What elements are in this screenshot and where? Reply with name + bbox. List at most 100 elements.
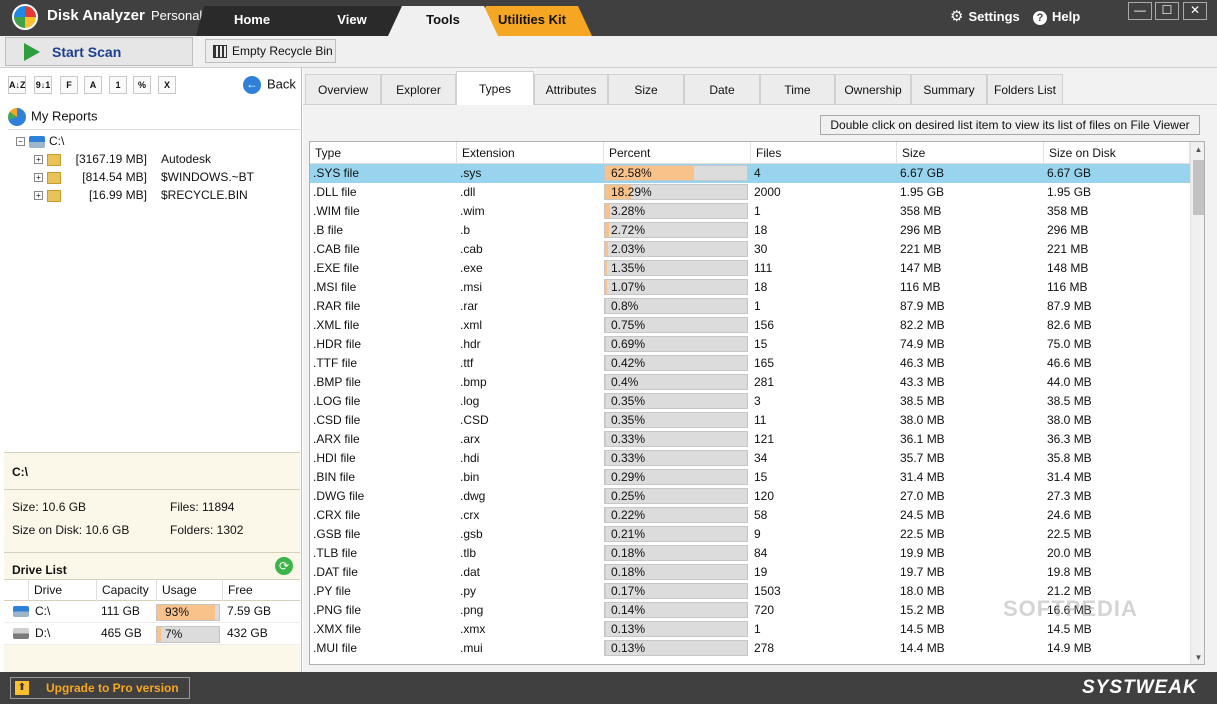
my-reports[interactable]: My Reports	[8, 108, 97, 128]
filter-files-button[interactable]: F	[60, 76, 78, 94]
table-row[interactable]: .ARX file .arx 0.33% 121 36.1 MB 36.3 MB	[310, 430, 1190, 449]
empty-recycle-bin-button[interactable]: Empty Recycle Bin	[205, 39, 336, 63]
tab-types[interactable]: Types	[456, 71, 534, 105]
tab-overview[interactable]: Overview	[305, 74, 381, 104]
table-row[interactable]: .CAB file .cab 2.03% 30 221 MB 221 MB	[310, 240, 1190, 259]
scroll-down-icon[interactable]: ▼	[1191, 650, 1204, 664]
table-row[interactable]: .SYS file .sys 62.58% 4 6.67 GB 6.67 GB	[310, 164, 1190, 183]
filter-percent-button[interactable]: %	[133, 76, 151, 94]
cell-size: 14.5 MB	[900, 622, 945, 636]
sort-alpha-button[interactable]: A↓Z	[8, 76, 26, 94]
close-button[interactable]: ✕	[1183, 2, 1207, 20]
tab-explorer[interactable]: Explorer	[381, 74, 456, 104]
tab-tools[interactable]: Tools	[388, 6, 498, 36]
cell-extension: .dll	[460, 185, 476, 199]
cell-files: 2000	[754, 185, 781, 199]
filter-count-button[interactable]: 1	[109, 76, 127, 94]
tab-summary[interactable]: Summary	[911, 74, 987, 104]
table-row[interactable]: .MUI file .mui 0.13% 278 14.4 MB 14.9 MB	[310, 639, 1190, 658]
refresh-icon[interactable]: ⟳	[275, 557, 293, 575]
info-files: Files: 11894	[170, 500, 235, 514]
percent-fill	[605, 280, 607, 294]
tab-time[interactable]: Time	[760, 74, 835, 104]
col-size[interactable]: Size	[897, 142, 1044, 164]
drive-row-d[interactable]: D:\ 465 GB 7% 432 GB	[4, 623, 300, 645]
table-row[interactable]: .BIN file .bin 0.29% 15 31.4 MB 31.4 MB	[310, 468, 1190, 487]
col-usage[interactable]: Usage	[156, 580, 222, 602]
cell-percent: 3.28%	[611, 204, 646, 218]
expand-icon[interactable]: +	[34, 191, 43, 201]
minimize-button[interactable]: —	[1128, 2, 1152, 20]
cell-size-on-disk: 27.3 MB	[1047, 489, 1092, 503]
table-row[interactable]: .WIM file .wim 3.28% 1 358 MB 358 MB	[310, 202, 1190, 221]
table-row[interactable]: .RAR file .rar 0.8% 1 87.9 MB 87.9 MB	[310, 297, 1190, 316]
tab-attributes[interactable]: Attributes	[534, 74, 608, 104]
expand-icon[interactable]: +	[34, 155, 43, 165]
col-type[interactable]: Type	[310, 142, 457, 164]
col-capacity[interactable]: Capacity	[96, 580, 156, 602]
col-free[interactable]: Free	[222, 580, 300, 602]
file-viewer-hint-button[interactable]: Double click on desired list item to vie…	[820, 115, 1200, 135]
tree-item-autodesk[interactable]: + [3167.19 MB] Autodesk	[34, 152, 211, 170]
percent-bar: 0.4%	[604, 374, 748, 390]
col-size-on-disk[interactable]: Size on Disk	[1044, 142, 1190, 164]
table-row[interactable]: .TTF file .ttf 0.42% 165 46.3 MB 46.6 MB	[310, 354, 1190, 373]
vertical-scrollbar[interactable]: ▲ ▼	[1190, 142, 1204, 664]
table-row[interactable]: .XML file .xml 0.75% 156 82.2 MB 82.6 MB	[310, 316, 1190, 335]
cell-files: 1	[754, 299, 761, 313]
tab-folders-list[interactable]: Folders List	[987, 74, 1063, 104]
cell-extension: .exe	[460, 261, 483, 275]
table-row[interactable]: .BMP file .bmp 0.4% 281 43.3 MB 44.0 MB	[310, 373, 1190, 392]
table-row[interactable]: .LOG file .log 0.35% 3 38.5 MB 38.5 MB	[310, 392, 1190, 411]
col-extension[interactable]: Extension	[457, 142, 604, 164]
collapse-icon[interactable]: −	[16, 137, 25, 147]
clear-filter-button[interactable]: X	[158, 76, 176, 94]
table-row[interactable]: .MSI file .msi 1.07% 18 116 MB 116 MB	[310, 278, 1190, 297]
table-row[interactable]: .XMX file .xmx 0.13% 1 14.5 MB 14.5 MB	[310, 620, 1190, 639]
table-row[interactable]: .EXE file .exe 1.35% 111 147 MB 148 MB	[310, 259, 1190, 278]
table-row[interactable]: .CSD file .CSD 0.35% 11 38.0 MB 38.0 MB	[310, 411, 1190, 430]
tab-home[interactable]: Home	[196, 6, 308, 36]
folder-icon	[47, 153, 61, 166]
col-files[interactable]: Files	[751, 142, 897, 164]
table-row[interactable]: .CRX file .crx 0.22% 58 24.5 MB 24.6 MB	[310, 506, 1190, 525]
cell-files: 11	[754, 413, 767, 427]
tree-root-c[interactable]: − C:\	[16, 134, 64, 148]
tab-date[interactable]: Date	[684, 74, 760, 104]
expand-icon[interactable]: +	[34, 173, 43, 183]
cell-percent: 0.13%	[611, 641, 646, 655]
col-percent[interactable]: Percent	[604, 142, 751, 164]
cell-size-on-disk: 75.0 MB	[1047, 337, 1092, 351]
tab-size[interactable]: Size	[608, 74, 684, 104]
sort-numeric-button[interactable]: 9↓1	[34, 76, 52, 94]
cell-type: .ARX file	[313, 432, 360, 446]
scroll-thumb[interactable]	[1193, 160, 1204, 215]
table-row[interactable]: .GSB file .gsb 0.21% 9 22.5 MB 22.5 MB	[310, 525, 1190, 544]
col-drive[interactable]: Drive	[28, 580, 96, 602]
maximize-button[interactable]: ☐	[1155, 2, 1179, 20]
percent-fill	[605, 356, 606, 370]
table-row[interactable]: .DLL file .dll 18.29% 2000 1.95 GB 1.95 GB	[310, 183, 1190, 202]
tab-ownership[interactable]: Ownership	[835, 74, 911, 104]
table-row[interactable]: .B file .b 2.72% 18 296 MB 296 MB	[310, 221, 1190, 240]
table-row[interactable]: .DAT file .dat 0.18% 19 19.7 MB 19.8 MB	[310, 563, 1190, 582]
table-row[interactable]: .HDR file .hdr 0.69% 15 74.9 MB 75.0 MB	[310, 335, 1190, 354]
cell-size-on-disk: 1.95 GB	[1047, 185, 1092, 199]
filter-attributes-button[interactable]: A	[84, 76, 102, 94]
table-row[interactable]: .HDI file .hdi 0.33% 34 35.7 MB 35.8 MB	[310, 449, 1190, 468]
table-row[interactable]: .DWG file .dwg 0.25% 120 27.0 MB 27.3 MB	[310, 487, 1190, 506]
cell-size: 82.2 MB	[900, 318, 945, 332]
upgrade-button[interactable]: ⬆ Upgrade to Pro version	[10, 677, 190, 699]
settings-link[interactable]: ⚙ Settings	[950, 9, 1020, 24]
cell-size-on-disk: 87.9 MB	[1047, 299, 1092, 313]
cell-files: 281	[754, 375, 775, 389]
start-scan-button[interactable]: Start Scan	[5, 37, 193, 66]
drive-row-c[interactable]: C:\ 111 GB 93% 7.59 GB	[4, 601, 300, 623]
scroll-up-icon[interactable]: ▲	[1191, 142, 1204, 158]
tree-item-recycle-bin[interactable]: + [16.99 MB] $RECYCLE.BIN	[34, 188, 248, 206]
help-link[interactable]: ? Help	[1033, 9, 1080, 25]
cell-size: 6.67 GB	[900, 166, 945, 180]
back-button[interactable]: ← Back	[243, 76, 296, 94]
table-row[interactable]: .TLB file .tlb 0.18% 84 19.9 MB 20.0 MB	[310, 544, 1190, 563]
tree-item-windows-bt[interactable]: + [814.54 MB] $WINDOWS.~BT	[34, 170, 254, 188]
